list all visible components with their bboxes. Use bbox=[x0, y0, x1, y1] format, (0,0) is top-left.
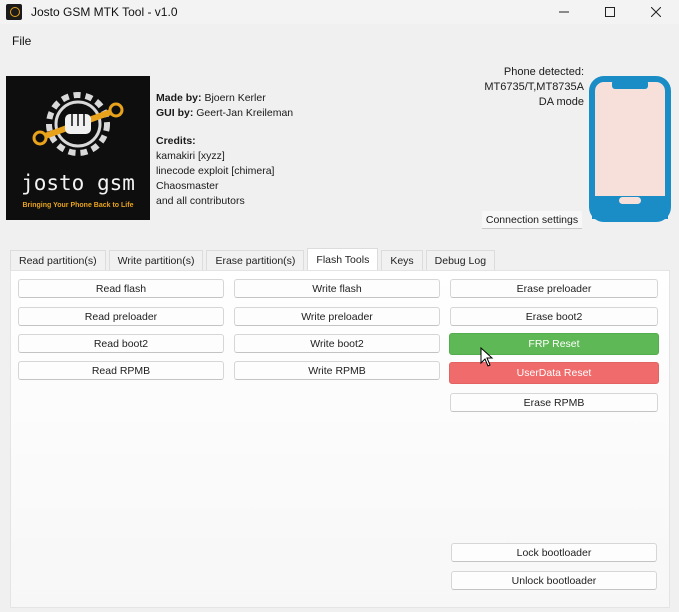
close-button[interactable] bbox=[633, 0, 679, 24]
maximize-button[interactable] bbox=[587, 0, 633, 24]
phone-detected-label: Phone detected: bbox=[503, 66, 584, 78]
write-preloader-button[interactable]: Write preloader bbox=[234, 307, 440, 326]
credits-label: Credits: bbox=[156, 135, 196, 147]
tab-debug-log[interactable]: Debug Log bbox=[425, 250, 496, 270]
menu-file[interactable]: File bbox=[12, 34, 31, 48]
minimize-icon bbox=[559, 11, 569, 13]
unlock-bootloader-button[interactable]: Unlock bootloader bbox=[451, 571, 657, 590]
made-by-line: Made by: Bjoern Kerler bbox=[156, 91, 293, 106]
tab-write-partitions[interactable]: Write partition(s) bbox=[108, 250, 204, 270]
lock-bootloader-button[interactable]: Lock bootloader bbox=[451, 543, 657, 562]
read-flash-button[interactable]: Read flash bbox=[18, 279, 224, 298]
tab-read-partitions[interactable]: Read partition(s) bbox=[10, 250, 106, 270]
window-title: Josto GSM MTK Tool - v1.0 bbox=[31, 5, 178, 19]
erase-boot2-button[interactable]: Erase boot2 bbox=[450, 307, 658, 326]
close-icon bbox=[651, 7, 661, 17]
mouse-cursor-icon bbox=[480, 347, 494, 367]
write-boot2-button[interactable]: Write boot2 bbox=[234, 334, 440, 353]
credit-item: Chaosmaster bbox=[156, 180, 219, 192]
read-rpmb-button[interactable]: Read RPMB bbox=[18, 361, 224, 380]
gui-by-label: GUI by: bbox=[156, 107, 194, 119]
gui-by-value: Geert-Jan Kreileman bbox=[196, 107, 294, 119]
credit-item: and all contributors bbox=[156, 195, 245, 207]
erase-rpmb-button[interactable]: Erase RPMB bbox=[450, 393, 658, 412]
phone-mode: DA mode bbox=[538, 96, 584, 108]
credit-item: linecode exploit [chimera] bbox=[156, 165, 275, 177]
app-logo: josto gsm Bringing Your Phone Back to Li… bbox=[6, 76, 150, 220]
connection-settings-button[interactable]: Connection settings bbox=[482, 211, 582, 229]
gui-by-line: GUI by: Geert-Jan Kreileman bbox=[156, 106, 293, 121]
phone-icon bbox=[588, 76, 672, 225]
maximize-icon bbox=[605, 7, 615, 17]
tab-erase-partitions[interactable]: Erase partition(s) bbox=[206, 250, 305, 270]
made-by-label: Made by: bbox=[156, 92, 202, 104]
window-controls bbox=[541, 0, 679, 24]
read-preloader-button[interactable]: Read preloader bbox=[18, 307, 224, 326]
gear-fist-logo-icon bbox=[32, 92, 124, 156]
write-rpmb-button[interactable]: Write RPMB bbox=[234, 361, 440, 380]
tab-bar: Read partition(s) Write partition(s) Era… bbox=[10, 248, 498, 270]
write-flash-button[interactable]: Write flash bbox=[234, 279, 440, 298]
logo-tagline: Bringing Your Phone Back to Life bbox=[22, 202, 134, 209]
phone-model: MT6735/T,MT8735A bbox=[484, 81, 584, 93]
app-icon bbox=[6, 4, 22, 20]
credits-block: Made by: Bjoern Kerler GUI by: Geert-Jan… bbox=[156, 91, 293, 209]
tab-flash-tools[interactable]: Flash Tools bbox=[307, 248, 379, 270]
erase-preloader-button[interactable]: Erase preloader bbox=[450, 279, 658, 298]
title-bar: Josto GSM MTK Tool - v1.0 bbox=[0, 0, 679, 24]
credit-item: kamakiri [xyzz] bbox=[156, 150, 225, 162]
phone-status: Phone detected: MT6735/T,MT8735A DA mode bbox=[484, 65, 584, 110]
minimize-button[interactable] bbox=[541, 0, 587, 24]
logo-title: josto gsm bbox=[21, 171, 135, 195]
tab-keys[interactable]: Keys bbox=[381, 250, 423, 270]
made-by-value: Bjoern Kerler bbox=[204, 92, 266, 104]
menu-bar: File bbox=[0, 28, 679, 52]
read-boot2-button[interactable]: Read boot2 bbox=[18, 334, 224, 353]
